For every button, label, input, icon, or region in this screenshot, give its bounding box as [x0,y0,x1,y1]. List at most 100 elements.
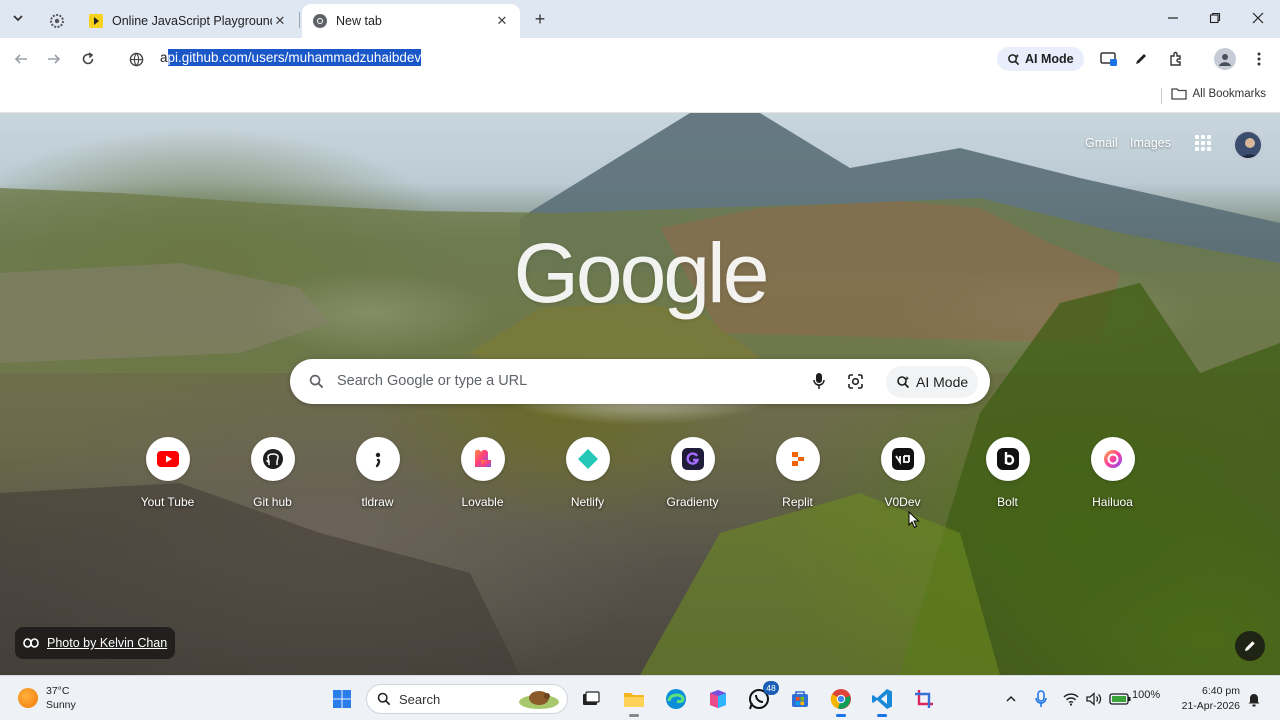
running-indicator [629,714,639,717]
vscode-icon[interactable] [868,685,896,717]
chrome-icon [312,13,328,29]
microphone-icon[interactable] [810,372,828,390]
shortcut-bolt[interactable]: Bolt [955,435,1060,509]
edge-icon[interactable] [662,685,690,713]
close-window-icon[interactable] [1248,8,1268,28]
clock[interactable]: 6:40 pm 21-Apr-2026 [1170,684,1240,714]
tab-new-tab[interactable]: New tab ✕ [302,4,520,38]
close-tab-icon[interactable]: ✕ [272,13,288,29]
url-selection: pi.github.com/users/muhammadzuhaibdev [167,49,422,66]
url-text: api.github.com/users/muhammadzuhaibdev [160,49,422,66]
search-box[interactable]: Search Google or type a URL AI Mode [290,359,990,404]
images-link[interactable]: Images [1130,136,1171,150]
gradienty-icon [681,448,704,470]
m365-icon[interactable] [704,685,732,713]
shortcut-label: Bolt [997,495,1018,509]
ai-mode-button[interactable]: AI Mode [997,47,1084,71]
account-avatar[interactable] [1233,130,1263,160]
new-tab-button[interactable]: + [529,8,551,30]
hailuo-icon [1103,450,1122,468]
shortcut-label: V0Dev [884,495,921,509]
google-logo: Google [513,226,770,320]
volume-icon[interactable] [1083,685,1105,713]
ai-search-icon [897,376,910,389]
github-icon [262,449,283,469]
shortcut-replit[interactable]: Replit [745,435,850,509]
url-prefix: a [160,50,168,65]
taskbar: 37°C Sunny Search 48 100% 6:40 pm 21-Apr… [0,675,1280,720]
weather-temp: 37°C [46,685,70,697]
all-bookmarks-button[interactable]: All Bookmarks [1170,87,1266,100]
shortcut-label: Lovable [461,495,504,509]
kebab-menu-icon[interactable] [1248,48,1270,70]
shortcut-gradienty[interactable]: Gradienty [640,435,745,509]
search-ai-mode-button[interactable]: AI Mode [886,366,979,398]
new-tab-page: Gmail Images Google Search Google or typ… [0,113,1280,675]
pen-icon[interactable] [1130,48,1152,70]
pinned-tab[interactable] [40,4,74,38]
tab-playground[interactable]: Online JavaScript Playground ✕ [78,4,298,38]
close-tab-icon[interactable]: ✕ [494,13,510,29]
snipping-tool-icon[interactable] [910,685,938,713]
extensions-icon[interactable] [1165,48,1187,70]
tab-title: Online JavaScript Playground [112,14,272,28]
minimize-icon[interactable] [1163,8,1183,28]
file-explorer-icon[interactable] [620,685,648,717]
google-apps-icon[interactable] [1195,135,1211,151]
photo-credit-link[interactable]: Photo by Kelvin Chan [47,636,167,650]
ai-mode-label: AI Mode [1025,52,1074,66]
site-info-icon[interactable] [128,51,144,67]
clock-time: 6:40 pm [1202,685,1240,697]
shortcut-tldraw[interactable]: tldraw [325,435,430,509]
search-highlight-icon [519,691,559,709]
shortcut-netlify[interactable]: Netlify [535,435,640,509]
bolt-icon [996,448,1019,470]
replit-icon [791,452,804,466]
reload-icon[interactable] [77,48,99,70]
shortcut-lovable[interactable]: Lovable [430,435,535,509]
restore-icon[interactable] [1205,8,1225,28]
photo-credit[interactable]: Photo by Kelvin Chan [15,627,176,659]
chevron-up-icon[interactable] [1000,685,1022,713]
windows-start-icon[interactable] [328,685,356,713]
store-icon[interactable] [786,685,814,713]
running-indicator [836,714,846,717]
google-lens-icon[interactable] [846,372,864,390]
tldraw-icon [375,452,380,468]
search-icon [308,373,324,389]
search-placeholder: Search Google or type a URL [337,373,528,389]
taskbar-search-label: Search [399,691,441,707]
battery-percent: 100% [1132,689,1161,701]
folder-icon [1170,88,1187,100]
search-icon [377,692,391,706]
gmail-link[interactable]: Gmail [1085,136,1118,150]
wifi-icon[interactable] [1060,685,1082,713]
whatsapp-icon[interactable]: 48 [745,681,779,713]
weather-widget[interactable]: 37°C Sunny [18,684,76,712]
netlify-icon [577,449,598,469]
tab-search-button[interactable] [6,6,30,30]
sun-icon [18,688,38,708]
shortcut-v0dev[interactable]: V0Dev [850,435,955,509]
battery-icon[interactable] [1108,685,1132,713]
address-bar[interactable]: api.github.com/users/muhammadzuhaibdev [120,43,990,75]
shortcut-hailuo[interactable]: Hailuoa [1060,435,1165,509]
task-view-icon[interactable] [577,685,605,713]
chrome-taskbar-icon[interactable] [827,685,855,717]
shortcut-youtube[interactable]: Yout Tube [115,435,220,509]
forward-arrow-icon[interactable] [43,48,65,70]
settings-icon [50,14,64,28]
notification-bell-icon[interactable] [1243,685,1265,713]
playground-favicon-icon [88,13,104,29]
cast-icon[interactable] [1098,48,1120,70]
profile-avatar-icon[interactable] [1214,48,1236,70]
bookmarks-divider [1161,88,1162,104]
shortcut-github[interactable]: Git hub [220,435,325,509]
bookmarks-bar: All Bookmarks [0,80,1280,113]
back-arrow-icon[interactable] [10,48,32,70]
chevron-down-icon [13,15,23,22]
taskbar-search[interactable]: Search [366,684,568,714]
clock-date: 21-Apr-2026 [1181,700,1240,712]
microphone-tray-icon[interactable] [1030,685,1052,713]
customize-chrome-button[interactable] [1235,631,1265,661]
